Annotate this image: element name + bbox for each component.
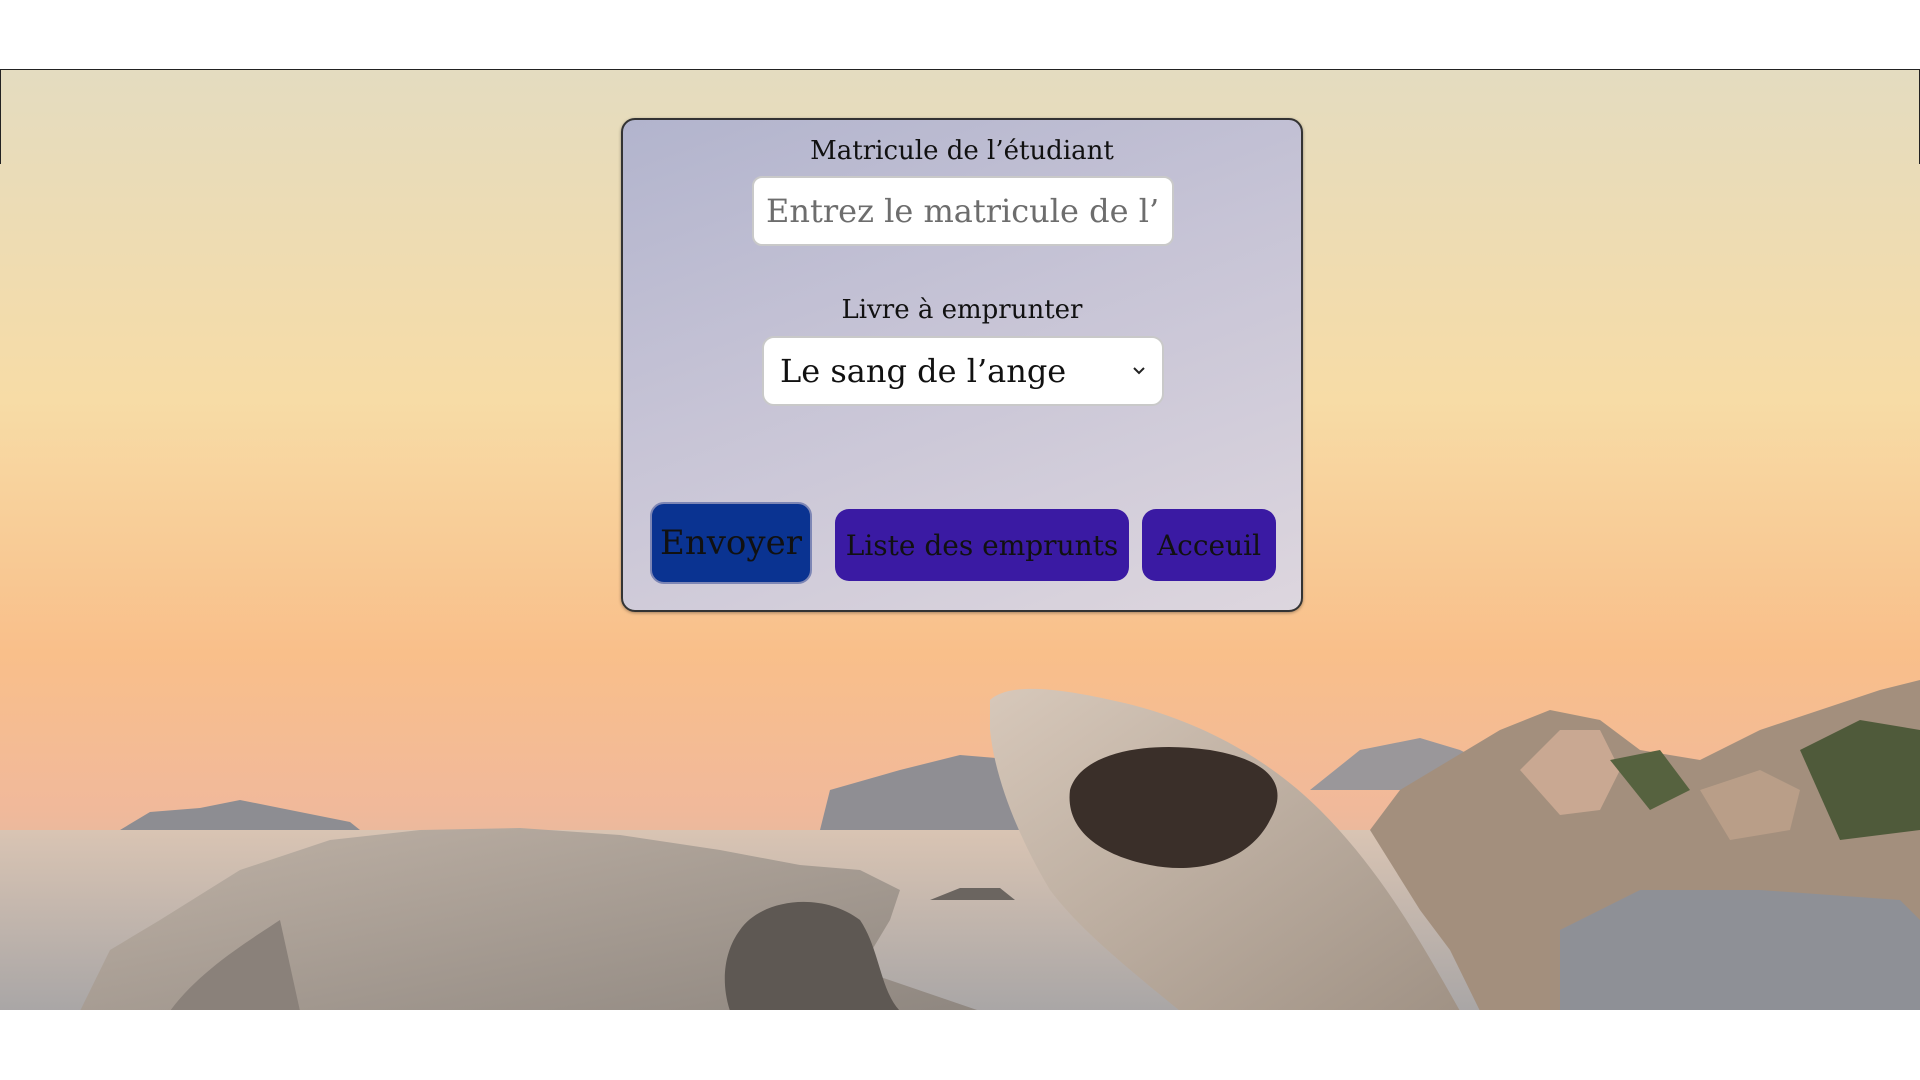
livre-select[interactable]: Le sang de l’ange: [762, 336, 1164, 406]
envoyer-button[interactable]: Envoyer: [650, 502, 812, 584]
matricule-input[interactable]: [752, 176, 1174, 246]
chevron-down-icon: [1132, 364, 1146, 378]
matricule-label: Matricule de l’étudiant: [810, 136, 1114, 166]
bottom-margin: [0, 1010, 1920, 1080]
frame-line-left: [0, 69, 1, 164]
loan-form-card: Matricule de l’étudiant Livre à emprunte…: [621, 118, 1303, 612]
accueil-button[interactable]: Acceuil: [1142, 509, 1276, 581]
livre-label: Livre à emprunter: [841, 295, 1083, 325]
livre-select-value: Le sang de l’ange: [780, 352, 1067, 390]
liste-emprunts-button[interactable]: Liste des emprunts: [835, 509, 1129, 581]
top-margin: [0, 0, 1920, 69]
